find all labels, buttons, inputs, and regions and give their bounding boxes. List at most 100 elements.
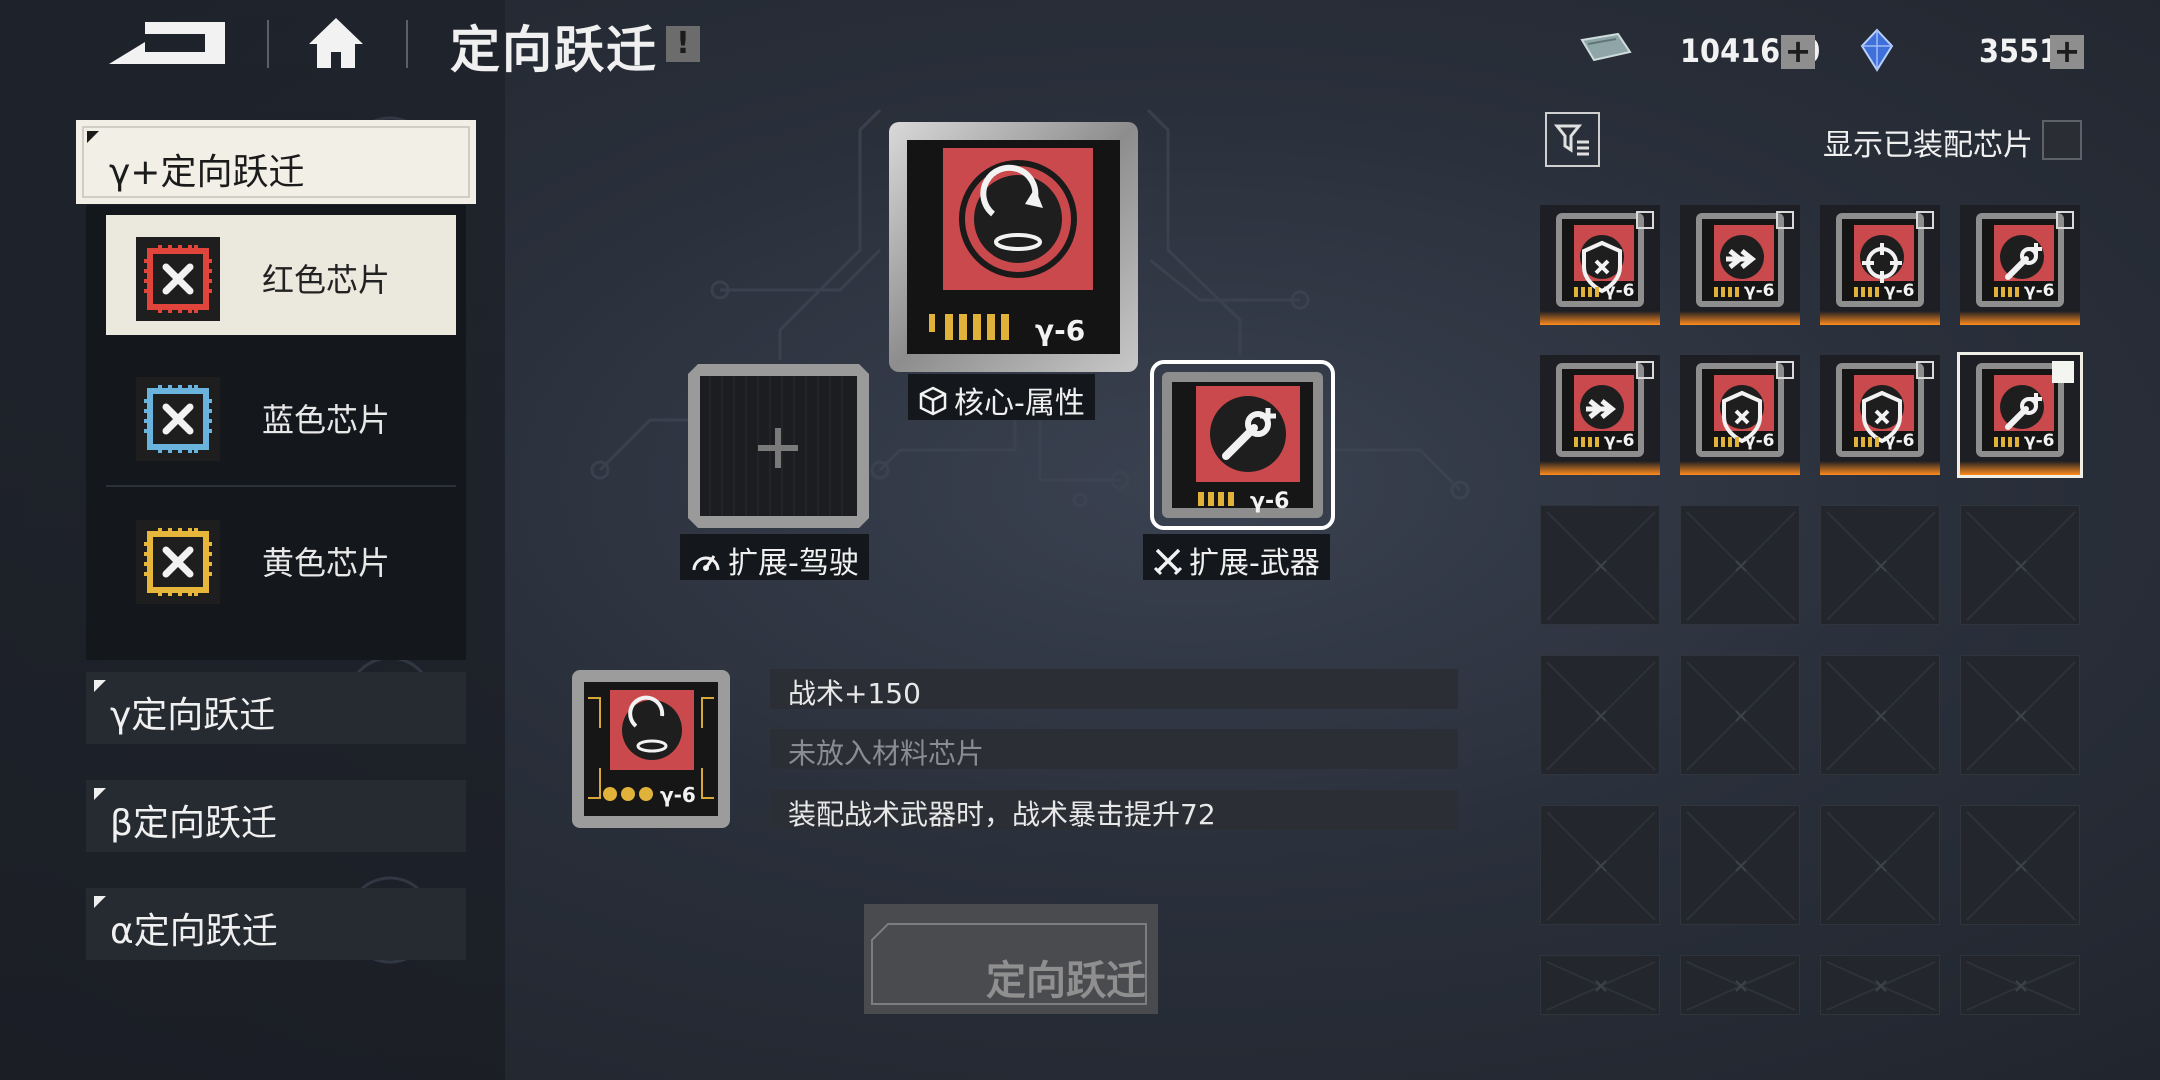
detail-chip-code: γ-6 [660,783,696,807]
back-button[interactable] [105,18,230,70]
inventory-empty-slot[interactable] [1960,955,2080,1015]
inventory-empty-slot[interactable] [1680,505,1800,625]
inventory-chip-slot[interactable]: γ-6 [1820,355,1940,475]
dash-arrow-icon [1720,235,1764,275]
rarity-glow [1820,461,1940,475]
inventory-empty-slot[interactable] [1540,955,1660,1015]
add-currency-2-button[interactable]: + [2050,35,2084,69]
show-equipped-label: 显示已装配芯片 [1823,128,2033,163]
chip-select-checkbox[interactable] [2052,361,2074,383]
rarity-glow [1540,461,1660,475]
core-chip-code: γ-6 [1035,314,1085,347]
page-title: 定向跃迁 [450,21,658,79]
crystal-icon [1860,28,1894,76]
top-divider [406,20,408,68]
crosshair-icon [1860,235,1904,275]
directional-jump-button[interactable]: 定向跃迁 [864,904,1158,1014]
inventory-chip-code: γ-6 [2024,431,2055,451]
wrench-plus-icon [2000,235,2044,275]
inventory-empty-slot[interactable] [1540,805,1660,925]
info-button[interactable]: ! [666,26,700,62]
chip-select-checkbox[interactable] [1636,361,1654,379]
shield-icon [1860,385,1904,425]
stat-primary: 战术+150 [770,669,1458,710]
chip-select-checkbox[interactable] [1916,211,1934,229]
inventory-empty-slot[interactable] [1960,505,2080,625]
chip-row-red[interactable]: 红色芯片 [106,215,456,335]
inventory-empty-slot[interactable] [1960,805,2080,925]
inventory-empty-slot[interactable] [1960,655,2080,775]
inventory-empty-slot[interactable] [1680,955,1800,1015]
inventory-chip-code: γ-6 [1744,281,1775,301]
weapon-slot-label: 扩展-武器 [1143,534,1330,581]
tier-beta[interactable]: β定向跃迁 [86,780,466,852]
wrench-plus-icon [2000,385,2044,425]
speedometer-icon [690,546,722,584]
core-slot-label: 核心-属性 [908,374,1095,421]
chip-row-label: 黄色芯片 [262,544,391,582]
inventory-chip-slot[interactable]: γ-6 [1820,205,1940,325]
drive-slot-label: 扩展-驾驶 [680,534,869,581]
inventory-empty-slot[interactable] [1680,805,1800,925]
chip-row-yellow[interactable]: 黄色芯片 [106,498,456,618]
rarity-glow [1820,311,1940,325]
shield-icon [1580,235,1624,275]
blue-chip-icon [136,377,220,461]
inventory-chip-code: γ-6 [2024,281,2055,301]
inventory-chip-code: γ-6 [1744,431,1775,451]
inventory-empty-slot[interactable] [1540,505,1660,625]
inventory-chip-code: γ-6 [1604,281,1635,301]
rarity-glow [1960,311,2080,325]
inventory-empty-slot[interactable] [1820,955,1940,1015]
crossed-swords-icon [1153,546,1183,584]
inventory-chip-code: γ-6 [1884,281,1915,301]
rarity-glow [1960,461,2080,475]
inventory-chip-code: γ-6 [1884,431,1915,451]
inventory-empty-slot[interactable] [1820,805,1940,925]
chip-select-checkbox[interactable] [1636,211,1654,229]
top-bar: 定向跃迁 ! 1041690 + 35518 + [0,0,2160,90]
chip-select-checkbox[interactable] [2056,211,2074,229]
core-chip-slot[interactable]: γ-6 [885,118,1142,376]
inventory-chip-slot[interactable]: γ-6 [1960,205,2080,325]
tier-alpha[interactable]: α定向跃迁 [86,888,466,960]
chip-color-list: 红色芯片 蓝色芯片 黄色芯片 [86,205,466,660]
filter-button[interactable] [1545,112,1600,167]
red-chip-icon [136,237,220,321]
chip-row-label: 红色芯片 [262,261,391,299]
back-arrow-icon [109,22,225,64]
chip-select-checkbox[interactable] [1916,361,1934,379]
home-button[interactable] [305,14,367,72]
inventory-empty-slot[interactable] [1820,655,1940,775]
weapon-chip-code: γ-6 [1250,489,1289,514]
stat-material-status: 未放入材料芯片 [770,729,1458,770]
chip-row-divider [106,485,456,487]
inventory-chip-slot[interactable]: γ-6 [1957,352,2083,478]
chip-row-label: 蓝色芯片 [262,401,391,439]
inventory-chip-slot[interactable]: γ-6 [1540,205,1660,325]
tier-gamma-plus-header[interactable]: γ+定向跃迁 [76,120,476,204]
add-currency-1-button[interactable]: + [1781,35,1815,69]
chip-select-checkbox[interactable] [1776,361,1794,379]
tier-gamma[interactable]: γ定向跃迁 [86,672,466,744]
drive-empty-slot[interactable] [686,362,871,530]
rarity-glow [1680,461,1800,475]
show-equipped-checkbox[interactable] [2042,120,2082,160]
rarity-glow [1680,311,1800,325]
yellow-chip-icon [136,520,220,604]
inventory-chip-slot[interactable]: γ-6 [1540,355,1660,475]
inventory-empty-slot[interactable] [1540,655,1660,775]
directional-jump-label: 定向跃迁 [986,958,1146,1004]
inventory-empty-slot[interactable] [1680,655,1800,775]
home-icon [309,18,363,68]
inventory-chip-slot[interactable]: γ-6 [1680,355,1800,475]
credit-ticket-icon [1578,30,1632,70]
inventory-empty-slot[interactable] [1820,505,1940,625]
shield-icon [1720,385,1764,425]
selected-chip-preview: γ-6 [570,668,732,830]
cube-icon [918,386,948,424]
chip-row-blue[interactable]: 蓝色芯片 [106,355,456,475]
inventory-chip-slot[interactable]: γ-6 [1680,205,1800,325]
weapon-chip-slot[interactable]: γ-6 [1150,360,1335,530]
chip-select-checkbox[interactable] [1776,211,1794,229]
